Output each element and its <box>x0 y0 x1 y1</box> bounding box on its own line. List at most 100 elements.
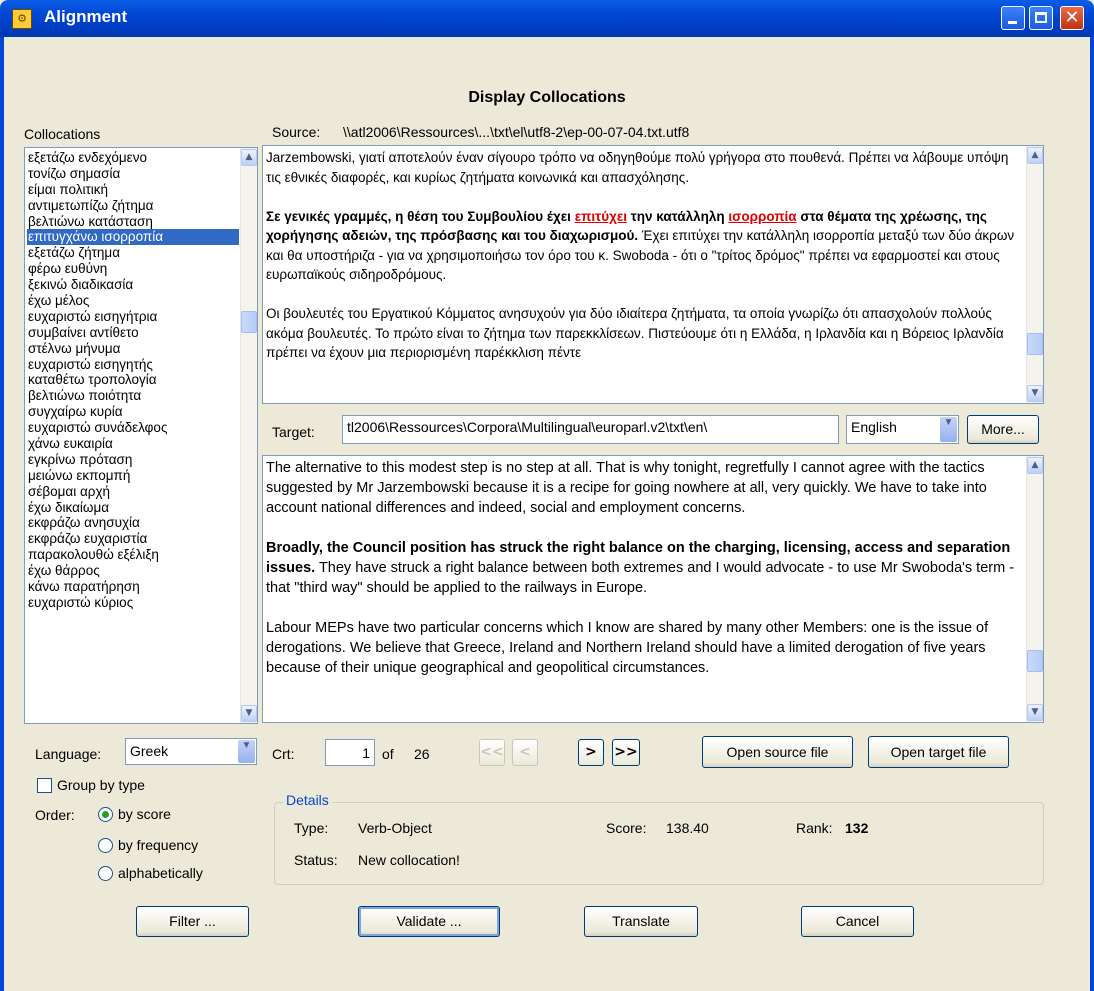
cancel-button[interactable]: Cancel <box>801 906 914 937</box>
source-path: \\atl2006\Ressources\...\txt\el\utf8-2\e… <box>343 124 690 140</box>
rank-label: Rank: <box>796 820 833 836</box>
order-by-frequency-radio[interactable] <box>98 838 113 853</box>
collocations-scrollbar[interactable]: ▲ ▼ <box>240 148 257 723</box>
target-text-pane[interactable]: The alternative to this modest step is n… <box>262 455 1044 723</box>
scroll-down-icon[interactable]: ▼ <box>1027 385 1043 402</box>
scroll-down-icon[interactable]: ▼ <box>241 705 257 722</box>
crt-input[interactable]: 1 <box>325 739 375 766</box>
chevron-down-icon: ▼ <box>940 417 957 442</box>
status-label: Status: <box>294 852 338 868</box>
language-select[interactable]: Greek ▼ <box>125 738 257 765</box>
app-icon: ⚙ <box>12 9 32 29</box>
window-title: Alignment <box>44 7 128 26</box>
source-paragraph: Οι βουλευτές του Εργατικού Κόμματος ανησ… <box>266 306 1004 360</box>
total-count: 26 <box>414 746 430 762</box>
list-item[interactable]: παρακολουθώ εξέλιξη <box>27 547 239 563</box>
target-paragraph-highlight: Broadly, the Council position has struck… <box>266 538 1023 598</box>
list-item[interactable]: στέλνω μήνυμα <box>27 341 239 357</box>
list-item[interactable]: έχω θάρρος <box>27 563 239 579</box>
list-item[interactable]: μειώνω εκπομπή <box>27 468 239 484</box>
minimize-button[interactable] <box>1001 6 1025 30</box>
score-value: 138.40 <box>666 820 709 836</box>
close-button[interactable]: ✕ <box>1060 6 1084 30</box>
chevron-down-icon: ▼ <box>238 740 255 763</box>
target-scrollbar[interactable]: ▲ ▼ <box>1026 456 1043 722</box>
list-item[interactable]: έχω μέλος <box>27 293 239 309</box>
source-paragraph-highlight: Σε γενικές γραμμές, η θέση του Συμβουλίο… <box>266 207 1023 285</box>
validate-button[interactable]: Validate ... <box>358 906 500 937</box>
scroll-thumb[interactable] <box>1027 333 1043 355</box>
minimize-icon <box>1008 21 1017 24</box>
order-option-label: by frequency <box>118 837 199 853</box>
maximize-button[interactable] <box>1029 6 1053 30</box>
translate-button[interactable]: Translate <box>584 906 698 937</box>
list-item[interactable]: εκφράζω ευχαριστία <box>27 531 239 547</box>
source-bold-b: την κατάλληλη <box>627 208 729 224</box>
open-target-file-button[interactable]: Open target file <box>868 736 1009 768</box>
source-text-pane[interactable]: Jarzembowski, γιατί αποτελούν έναν σίγου… <box>262 145 1044 404</box>
list-item[interactable]: έχω δικαίωμα <box>27 500 239 516</box>
list-item[interactable]: χάνω ευκαιρία <box>27 436 239 452</box>
list-item[interactable]: ευχαριστώ εισηγητής <box>27 357 239 373</box>
target-language-select[interactable]: English ▼ <box>846 415 959 444</box>
list-item[interactable]: εξετάζω ζήτημα <box>27 245 239 261</box>
source-label: Source: <box>272 124 321 140</box>
last-button[interactable]: >> <box>612 739 640 766</box>
list-item[interactable]: αντιμετωπίζω ζήτημα <box>27 198 239 214</box>
details-title: Details <box>283 792 332 808</box>
order-alphabetically-radio[interactable] <box>98 866 113 881</box>
scroll-up-icon[interactable]: ▲ <box>241 149 257 166</box>
target-rest: They have struck a right balance between… <box>266 560 1015 596</box>
list-item[interactable]: συμβαίνει αντίθετο <box>27 325 239 341</box>
list-item[interactable]: είμαι πολιτική <box>27 182 239 198</box>
target-text: The alternative to this modest step is n… <box>266 458 1023 698</box>
source-scrollbar[interactable]: ▲ ▼ <box>1026 146 1043 403</box>
target-path-field[interactable]: tl2006\Ressources\Corpora\Multilingual\e… <box>342 415 839 444</box>
list-item[interactable]: εξετάζω ενδεχόμενο <box>27 150 239 166</box>
list-item[interactable]: σέβομαι αρχή <box>27 484 239 500</box>
scroll-up-icon[interactable]: ▲ <box>1027 147 1043 164</box>
list-item[interactable]: ευχαριστώ εισηγήτρια <box>27 309 239 325</box>
list-item[interactable]: συγχαίρω κυρία <box>27 404 239 420</box>
list-item[interactable]: φέρω ευθύνη <box>27 261 239 277</box>
list-item[interactable]: ξεκινώ διαδικασία <box>27 277 239 293</box>
type-value: Verb-Object <box>358 820 432 836</box>
order-by-score-radio[interactable] <box>98 807 113 822</box>
order-option-label: by score <box>118 806 171 822</box>
list-item[interactable]: βελτιώνω κατάσταση <box>27 214 239 230</box>
scroll-thumb[interactable] <box>241 311 257 333</box>
group-by-type-checkbox[interactable] <box>37 778 52 793</box>
target-paragraph: Labour MEPs have two particular concerns… <box>266 620 989 676</box>
group-by-type-label: Group by type <box>57 777 145 793</box>
target-language-value: English <box>851 419 897 435</box>
scroll-down-icon[interactable]: ▼ <box>1027 704 1043 721</box>
list-item[interactable]: επιτυγχάνω ισορροπία <box>27 229 239 246</box>
target-label: Target: <box>272 424 315 440</box>
close-icon: ✕ <box>1064 7 1080 28</box>
list-item[interactable]: ευχαριστώ συνάδελφος <box>27 420 239 436</box>
list-item[interactable]: ευχαριστώ κύριος <box>27 595 239 611</box>
prev-button[interactable]: < <box>512 739 538 766</box>
window-frame-right <box>1090 37 1094 991</box>
source-text: Jarzembowski, γιατί αποτελούν έναν σίγου… <box>266 148 1023 382</box>
window-frame-left <box>0 37 4 991</box>
list-item[interactable]: βελτιώνω ποιότητα <box>27 388 239 404</box>
first-button[interactable]: << <box>479 739 505 766</box>
open-source-file-button[interactable]: Open source file <box>702 736 853 768</box>
filter-button[interactable]: Filter ... <box>136 906 249 937</box>
list-item[interactable]: κάνω παρατήρηση <box>27 579 239 595</box>
list-item[interactable]: εκφράζω ανησυχία <box>27 515 239 531</box>
order-option-label: alphabetically <box>118 865 203 881</box>
status-value: New collocation! <box>358 852 460 868</box>
source-bold-a: Σε γενικές γραμμές, η θέση του Συμβουλίο… <box>266 208 575 224</box>
target-paragraph: The alternative to this modest step is n… <box>266 460 987 516</box>
scroll-thumb[interactable] <box>1027 650 1043 672</box>
next-button[interactable]: > <box>578 739 604 766</box>
scroll-up-icon[interactable]: ▲ <box>1027 457 1043 474</box>
list-item[interactable]: καταθέτω τροπολογία <box>27 372 239 388</box>
list-item[interactable]: εγκρίνω πρόταση <box>27 452 239 468</box>
more-button[interactable]: More... <box>967 415 1039 444</box>
list-item[interactable]: τονίζω σημασία <box>27 166 239 182</box>
type-label: Type: <box>294 820 329 836</box>
collocations-list[interactable]: εξετάζω ενδεχόμενο τονίζω σημασία είμαι πο… <box>24 147 258 724</box>
